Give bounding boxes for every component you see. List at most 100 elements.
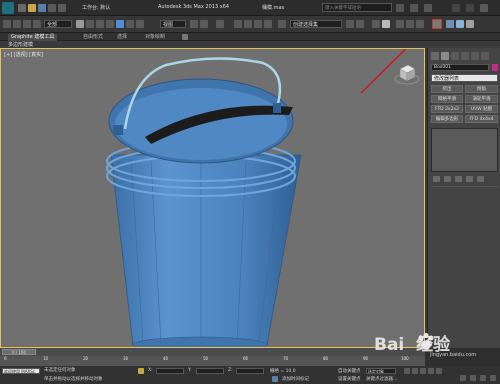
scale-icon[interactable]: [136, 20, 144, 28]
redo-icon[interactable]: [58, 4, 66, 12]
pivot-icon[interactable]: [190, 20, 198, 28]
link-icon[interactable]: [13, 20, 21, 28]
time-slider-handle[interactable]: 0 / 100: [2, 349, 36, 355]
selected-object-dropdown[interactable]: 选定对象: [366, 368, 396, 374]
new-file-icon[interactable]: [18, 4, 26, 12]
mirror-icon[interactable]: [346, 20, 354, 28]
tab-object-paint[interactable]: 对象绘制: [142, 34, 168, 41]
x-label: X:: [148, 368, 153, 373]
perspective-viewport[interactable]: [+] [透视] [真实]: [0, 48, 425, 348]
angle-snap-icon[interactable]: [244, 20, 252, 28]
object-color-swatch[interactable]: [492, 64, 498, 71]
next-frame-icon[interactable]: [428, 368, 434, 374]
render-setup-icon[interactable]: [432, 19, 442, 29]
object-name-field[interactable]: Box001: [431, 64, 489, 71]
ribbon-options-icon[interactable]: [182, 34, 188, 40]
remove-modifier-icon[interactable]: [466, 176, 473, 182]
add-time-tag[interactable]: 添加时间标记: [282, 376, 309, 382]
app-logo-icon[interactable]: [2, 2, 14, 14]
open-file-icon[interactable]: [28, 4, 36, 12]
workspace-label[interactable]: 工作台: 默认: [82, 4, 110, 11]
align-icon[interactable]: [356, 20, 364, 28]
modifier-button-bevel[interactable]: 倒角: [465, 85, 498, 93]
ribbon-sub-label[interactable]: 多边形建模: [8, 41, 33, 48]
modifier-stack[interactable]: [431, 128, 498, 172]
x-coord-field[interactable]: [156, 368, 184, 374]
edit-named-selection-icon[interactable]: [278, 20, 286, 28]
maxscript-listener[interactable]: 欢迎使用 MAXSc: [2, 368, 40, 374]
display-tab-icon[interactable]: [471, 52, 479, 60]
reference-coord-dropdown[interactable]: 视图: [160, 20, 186, 28]
modifier-button-uvw[interactable]: UVW 贴图: [465, 105, 498, 113]
selection-filter-dropdown[interactable]: 全部: [44, 20, 72, 28]
maximize-icon[interactable]: [466, 4, 474, 12]
track-bar[interactable]: [0, 356, 425, 366]
orbit-icon[interactable]: [470, 375, 476, 381]
time-slider[interactable]: 0 / 100: [0, 348, 425, 356]
zoom-icon[interactable]: [460, 375, 466, 381]
modifier-button-ffd444[interactable]: FFD 4x4x4: [465, 115, 498, 123]
utilities-tab-icon[interactable]: [481, 52, 489, 60]
play-icon[interactable]: [420, 368, 426, 374]
bind-icon[interactable]: [33, 20, 41, 28]
prev-frame-icon[interactable]: [412, 368, 418, 374]
tab-selection[interactable]: 选择: [114, 34, 130, 41]
modifier-button-meshsmooth[interactable]: 网格平滑: [431, 95, 463, 103]
account-icon[interactable]: [410, 4, 418, 12]
pin-stack-icon[interactable]: [433, 176, 440, 182]
z-coord-field[interactable]: [236, 368, 264, 374]
curve-editor-icon[interactable]: [396, 20, 404, 28]
y-coord-field[interactable]: [196, 368, 224, 374]
percent-snap-icon[interactable]: [254, 20, 262, 28]
pan-icon[interactable]: [480, 375, 486, 381]
search-icon[interactable]: [396, 4, 404, 12]
goto-start-icon[interactable]: [404, 368, 410, 374]
window-crossing-icon[interactable]: [106, 20, 114, 28]
named-selection-dropdown[interactable]: 创建选择集: [290, 20, 342, 28]
create-tab-icon[interactable]: [431, 52, 439, 60]
maximize-viewport-icon[interactable]: [490, 375, 496, 381]
configure-modifier-sets-icon[interactable]: [477, 176, 484, 182]
modifier-button-ffd222[interactable]: FFD 2x2x2: [431, 105, 463, 113]
render-production-icon[interactable]: [456, 20, 464, 28]
modifier-button-turbosmooth[interactable]: 涡轮平滑: [465, 95, 498, 103]
select-by-name-icon[interactable]: [86, 20, 94, 28]
goto-end-icon[interactable]: [436, 368, 442, 374]
keyboard-shortcut-icon[interactable]: [216, 20, 224, 28]
tick-90: 90: [363, 356, 369, 361]
lock-selection-icon[interactable]: [138, 368, 144, 374]
rect-select-icon[interactable]: [96, 20, 104, 28]
search-input[interactable]: 键入关键字或短语: [322, 3, 392, 12]
undo-toolbar-icon[interactable]: [3, 20, 11, 28]
close-icon[interactable]: [480, 4, 488, 12]
manipulate-icon[interactable]: [200, 20, 208, 28]
snap-3d-icon[interactable]: [234, 20, 242, 28]
material-editor-icon[interactable]: [416, 20, 424, 28]
modifier-button-edit-poly[interactable]: 编辑多边形: [431, 115, 463, 123]
graphite-toggle-icon[interactable]: [382, 20, 390, 28]
minimize-icon[interactable]: [452, 4, 460, 12]
rendered-frame-window-icon[interactable]: [446, 20, 454, 28]
hierarchy-tab-icon[interactable]: [451, 52, 459, 60]
show-end-result-icon[interactable]: [444, 176, 451, 182]
tab-graphite[interactable]: Graphite 建模工具: [8, 34, 58, 41]
modify-tab-icon[interactable]: [441, 52, 449, 60]
schematic-view-icon[interactable]: [406, 20, 414, 28]
move-icon[interactable]: [116, 20, 124, 28]
isolate-icon[interactable]: [272, 376, 278, 382]
tab-freeform[interactable]: 自由形式: [80, 34, 106, 41]
motion-tab-icon[interactable]: [461, 52, 469, 60]
render-iterative-icon[interactable]: [466, 20, 474, 28]
modifier-list-dropdown[interactable]: 修改器列表: [431, 74, 498, 82]
help-icon[interactable]: [424, 4, 432, 12]
rotate-icon[interactable]: [126, 20, 134, 28]
make-unique-icon[interactable]: [455, 176, 462, 182]
unlink-icon[interactable]: [23, 20, 31, 28]
undo-icon[interactable]: [48, 4, 56, 12]
modifier-button-extrude[interactable]: 挤出: [431, 85, 463, 93]
spinner-snap-icon[interactable]: [264, 20, 272, 28]
key-filters-button[interactable]: 关键点过滤器...: [366, 376, 397, 382]
select-object-icon[interactable]: [76, 20, 84, 28]
layer-manager-icon[interactable]: [372, 20, 380, 28]
save-file-icon[interactable]: [38, 4, 46, 12]
